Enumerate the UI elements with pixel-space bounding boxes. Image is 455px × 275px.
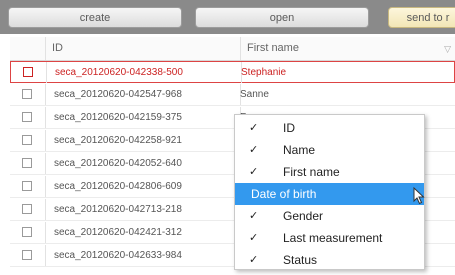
column-divider	[45, 153, 46, 174]
row-checkbox[interactable]	[22, 204, 32, 214]
row-id-cell: seca_20120620-042159-375	[54, 112, 182, 123]
row-id-cell: seca_20120620-042713-218	[54, 204, 182, 215]
row-first-name-cell: Stephanie	[241, 67, 287, 78]
table-row[interactable]: seca_20120620-042338-500 Stephanie	[10, 61, 455, 83]
menu-item-first-name[interactable]: ✓ First name	[235, 161, 424, 183]
row-id-cell: seca_20120620-042052-640	[54, 158, 182, 169]
menu-item-label: Date of birth	[251, 187, 317, 201]
create-button[interactable]: create	[8, 7, 182, 28]
toolbar: create open send to r	[0, 0, 455, 34]
column-chooser-menu: ✓ ID ✓ Name ✓ First name Date of birth ✓ Gender ✓…	[234, 114, 425, 270]
column-header-id[interactable]: ID	[45, 37, 240, 60]
checkmark-icon: ✓	[249, 254, 259, 266]
row-id-cell: seca_20120620-042421-312	[54, 227, 182, 238]
menu-item-label: Name	[283, 143, 316, 157]
row-id-cell: seca_20120620-042338-500	[55, 67, 183, 78]
column-divider	[45, 84, 46, 105]
mouse-cursor-icon	[413, 187, 425, 205]
row-id-cell: seca_20120620-042547-968	[54, 89, 182, 100]
menu-item-date-of-birth[interactable]: Date of birth	[235, 183, 425, 205]
column-divider	[45, 130, 46, 151]
column-divider	[45, 245, 46, 266]
table-row[interactable]: seca_20120620-042547-968 Sanne	[10, 84, 455, 106]
checkmark-icon: ✓	[249, 166, 259, 178]
menu-item-label: Status	[283, 253, 318, 267]
row-id-cell: seca_20120620-042258-921	[54, 135, 182, 146]
checkmark-icon: ✓	[249, 122, 259, 134]
row-first-name-cell: Sanne	[240, 89, 269, 100]
column-divider	[45, 222, 46, 243]
row-checkbox[interactable]	[22, 181, 32, 191]
checkmark-icon: ✓	[249, 210, 259, 222]
column-header-first-name[interactable]: First name ▽	[240, 37, 455, 60]
row-checkbox[interactable]	[22, 112, 32, 122]
menu-item-label: ID	[283, 121, 295, 135]
row-checkbox[interactable]	[23, 67, 33, 77]
menu-item-label: Gender	[283, 209, 324, 223]
checkmark-icon: ✓	[249, 144, 259, 156]
checkmark-icon: ✓	[249, 232, 259, 244]
table-header: ID First name ▽	[10, 37, 455, 61]
column-divider	[45, 107, 46, 128]
open-button[interactable]: open	[195, 7, 369, 28]
menu-item-last-measurement[interactable]: ✓ Last measurement	[235, 227, 424, 249]
row-checkbox[interactable]	[22, 89, 32, 99]
column-divider	[46, 62, 47, 83]
column-divider	[45, 199, 46, 220]
menu-item-name[interactable]: ✓ Name	[235, 139, 424, 161]
row-checkbox[interactable]	[22, 158, 32, 168]
menu-item-label: Last measurement	[283, 231, 383, 245]
sort-icon: ▽	[444, 44, 451, 54]
row-id-cell: seca_20120620-042806-609	[54, 181, 182, 192]
column-divider	[45, 176, 46, 197]
menu-item-status[interactable]: ✓ Status	[235, 249, 424, 271]
column-header-first-name-label: First name	[247, 42, 299, 54]
row-checkbox[interactable]	[22, 250, 32, 260]
menu-item-gender[interactable]: ✓ Gender	[235, 205, 424, 227]
row-checkbox[interactable]	[22, 135, 32, 145]
menu-item-label: First name	[283, 165, 340, 179]
row-checkbox[interactable]	[22, 227, 32, 237]
send-to-button[interactable]: send to r	[388, 7, 455, 28]
menu-item-id[interactable]: ✓ ID	[235, 117, 424, 139]
row-id-cell: seca_20120620-042633-984	[54, 250, 182, 261]
